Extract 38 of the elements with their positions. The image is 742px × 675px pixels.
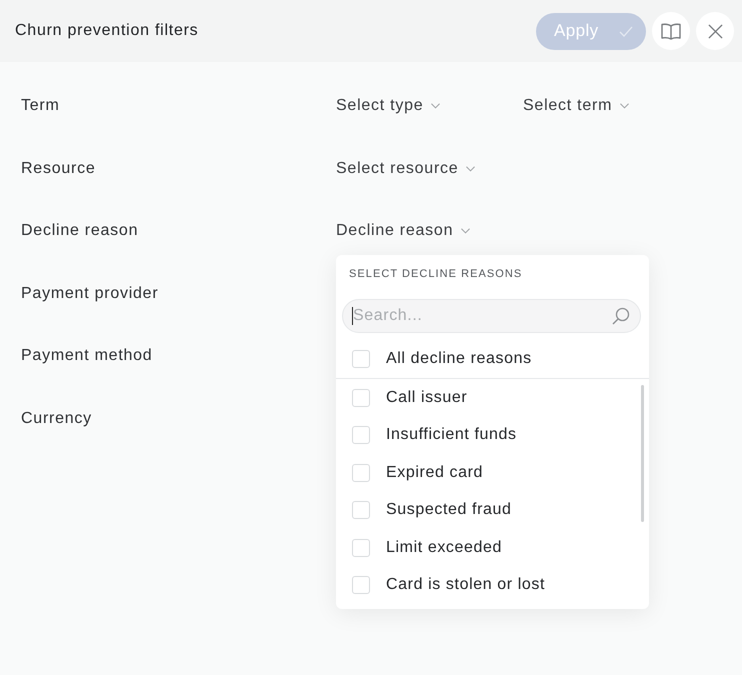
checkbox[interactable] <box>352 426 370 444</box>
checkbox[interactable] <box>352 350 370 368</box>
checkbox[interactable] <box>352 501 370 519</box>
dropdown-button[interactable]: Select type <box>336 96 440 116</box>
checkbox[interactable] <box>352 576 370 594</box>
search-icon <box>612 307 630 326</box>
filter-label: Payment provider <box>21 284 158 303</box>
option-label[interactable]: Limit exceeded <box>386 538 502 556</box>
filter-label: Term <box>21 97 60 116</box>
option-label[interactable]: Card is stolen or lost <box>386 576 546 594</box>
checkbox[interactable] <box>352 538 370 556</box>
filter-label: Decline reason <box>21 222 138 240</box>
chevron-down-icon <box>620 103 630 110</box>
close-button[interactable] <box>696 12 734 50</box>
check-icon <box>619 26 633 36</box>
chevron-down-icon <box>466 166 476 172</box>
chevron-down-icon <box>431 103 440 110</box>
dropdown-button[interactable]: Select term <box>523 96 630 116</box>
checkbox[interactable] <box>352 464 370 482</box>
dropdown-button[interactable]: Decline reason <box>336 221 470 242</box>
dropdown-heading: SELECT DECLINE REASONS <box>349 267 522 282</box>
filter-label: Payment method <box>21 347 152 366</box>
option-label[interactable]: Suspected fraud <box>386 501 512 519</box>
filter-label: Resource <box>21 160 96 178</box>
docs-button[interactable] <box>652 12 690 50</box>
panel-title: Churn prevention filters <box>15 22 198 40</box>
option-label[interactable]: Expired card <box>386 464 484 482</box>
checkbox[interactable] <box>352 388 370 406</box>
dropdown-button[interactable]: Select resource <box>336 158 476 179</box>
option-label[interactable]: All decline reasons <box>386 350 532 368</box>
chevron-down-icon <box>461 228 470 234</box>
scrollbar-thumb[interactable] <box>641 384 644 522</box>
option-label[interactable]: Insufficient funds <box>386 426 517 444</box>
option-label[interactable]: Call issuer <box>386 388 468 406</box>
filter-label: Currency <box>21 410 92 428</box>
open-book-icon <box>661 22 681 40</box>
close-icon <box>708 24 722 38</box>
search-field[interactable]: Search... <box>342 299 641 334</box>
